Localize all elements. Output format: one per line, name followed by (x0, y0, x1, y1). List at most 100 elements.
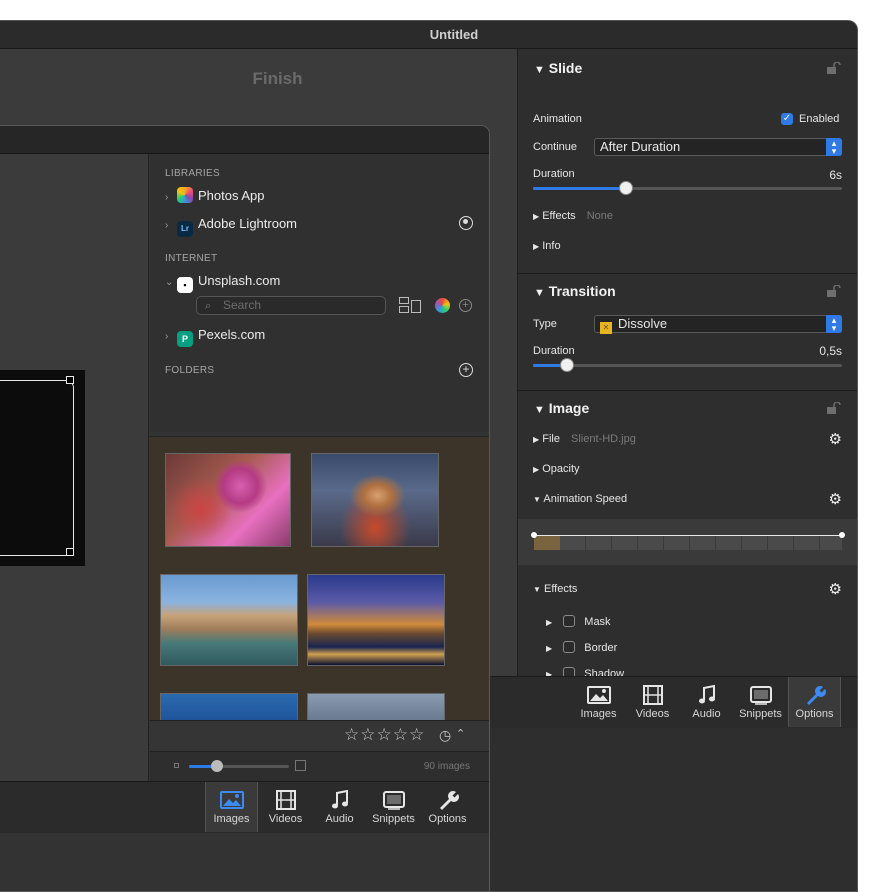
type-label: Type (533, 318, 557, 330)
tab-audio[interactable]: Audio (680, 677, 733, 727)
effect-checkbox[interactable] (563, 641, 576, 653)
disclosure-triangle-icon: ▼ (534, 404, 545, 416)
effect-label: Mask (584, 616, 611, 628)
small-thumbnail-icon (174, 763, 179, 768)
back-tab-bar: Images Videos Audio Snippets Options (490, 676, 857, 728)
star-rating-filter[interactable]: ☆☆☆☆☆ (344, 725, 425, 745)
info-label: Info (542, 240, 561, 252)
film-icon (642, 685, 663, 705)
tab-options[interactable]: Options (788, 677, 841, 727)
slider-knob[interactable] (559, 358, 574, 372)
animation-speed-row[interactable]: ▼ Animation Speed (533, 493, 627, 505)
opacity-label: Opacity (542, 463, 580, 475)
slide-section-header[interactable]: ▼ Slide (534, 60, 582, 76)
image-effects-label: Effects (543, 583, 578, 595)
effect-row-border[interactable]: ▶ Border (546, 639, 617, 654)
add-folder-icon[interactable]: + (459, 363, 473, 377)
tab-videos[interactable]: Videos (626, 677, 679, 727)
thumbnail-venice[interactable] (160, 574, 298, 666)
tab-images[interactable]: Images (205, 782, 258, 832)
source-photos-app[interactable]: › Photos App (165, 187, 265, 205)
unlocked-lock-icon[interactable] (826, 402, 842, 414)
transition-section-header[interactable]: ▼ Transition (534, 283, 616, 299)
wrench-icon (439, 791, 459, 810)
thumbnail-sadhu[interactable] (311, 453, 439, 547)
image-section-title: Image (548, 400, 590, 416)
tab-label: Options (428, 813, 467, 825)
source-pexels[interactable]: › P Pexels.com (165, 326, 265, 347)
slide-effects-value: None (586, 210, 614, 222)
thumbnail-clouds[interactable] (307, 693, 445, 720)
clock-icon[interactable]: ◷ (439, 727, 451, 744)
color-filter-icon[interactable] (435, 298, 450, 313)
slider-knob[interactable] (211, 760, 223, 772)
divider (518, 273, 857, 274)
transition-section-title: Transition (548, 283, 616, 299)
thumbnail-children[interactable] (165, 453, 291, 547)
enabled-checkbox[interactable]: ✓ (781, 113, 793, 125)
opacity-row[interactable]: ▶ Opacity (533, 463, 580, 475)
source-adobe-lightroom[interactable]: › Lr Adobe Lightroom (165, 215, 297, 237)
chevron-up-icon[interactable]: ⌃ (456, 727, 465, 740)
transition-type-popup[interactable]: ✕ Dissolve ▴ ▾ (594, 315, 842, 334)
divider (518, 390, 857, 391)
thumbnail-rome-night[interactable] (307, 574, 445, 666)
tab-options[interactable]: Options (421, 782, 474, 832)
transition-duration-slider[interactable] (533, 358, 842, 372)
effect-label: Shadow (584, 668, 625, 676)
file-value: Slient-HD.jpg (571, 433, 636, 445)
inspector-panel: ▼ Slide Animation ✓ Enabled Continue Aft… (517, 49, 857, 676)
unsplash-icon: ▪ (177, 277, 193, 293)
slide-effects-label: Effects (542, 210, 576, 222)
tab-label: Images (213, 813, 250, 825)
unlocked-lock-icon[interactable] (826, 285, 842, 297)
thumbnail-size-slider[interactable] (189, 760, 289, 772)
enabled-label: Enabled (799, 113, 840, 125)
tab-images[interactable]: Images (572, 677, 625, 727)
tab-snippets[interactable]: Snippets (367, 782, 420, 832)
effect-checkbox[interactable] (563, 667, 576, 676)
image-effects-row[interactable]: ▼ Effects (533, 583, 577, 595)
slide-effects-row[interactable]: ▶ Effects None (533, 210, 613, 222)
slide-duration-slider[interactable] (533, 181, 842, 195)
info-row[interactable]: ▶ Info (533, 240, 561, 252)
animation-speed-gear-icon[interactable]: ⚙ (829, 490, 842, 508)
title-bar: Untitled (0, 21, 857, 49)
chevron-right-icon: › (165, 192, 169, 203)
effects-gear-icon[interactable]: ⚙ (829, 580, 842, 598)
resize-handle[interactable] (66, 548, 74, 556)
tab-label: Audio (692, 708, 721, 720)
thumbnail-blue-sky[interactable] (160, 693, 298, 720)
file-gear-icon[interactable]: ⚙ (829, 430, 842, 448)
unsplash-search-input[interactable]: Search (196, 296, 386, 315)
tab-snippets[interactable]: Snippets (734, 677, 787, 727)
continue-popup[interactable]: After Duration ▴ ▾ (594, 138, 842, 156)
disclosure-triangle-icon: ▼ (533, 585, 541, 594)
chevron-right-icon: › (165, 220, 169, 231)
animation-label: Animation (533, 113, 582, 125)
slider-knob[interactable] (618, 181, 633, 195)
animation-speed-curve[interactable] (518, 519, 857, 565)
speed-curve-end-point[interactable] (839, 532, 845, 538)
front-tab-bar: Images Videos Audio Snippets Options (0, 781, 489, 833)
file-row[interactable]: ▶ File Slient-HD.jpg (533, 433, 636, 445)
effect-checkbox[interactable] (563, 615, 576, 627)
account-icon[interactable] (459, 216, 473, 230)
add-icon[interactable]: + (459, 299, 472, 312)
image-section-header[interactable]: ▼ Image (534, 400, 589, 416)
slider-fill (533, 187, 626, 190)
speed-curve-start-point[interactable] (531, 532, 537, 538)
tab-audio[interactable]: Audio (313, 782, 366, 832)
effect-row-shadow[interactable]: ▶ Shadow (546, 665, 624, 676)
wrench-icon (806, 686, 826, 705)
speed-curve-marker (534, 535, 560, 550)
effect-row-mask[interactable]: ▶ Mask (546, 613, 611, 628)
source-unsplash[interactable]: ⌄ ▪ Unsplash.com (165, 272, 280, 293)
tab-videos[interactable]: Videos (259, 782, 312, 832)
slide-image-canvas[interactable] (0, 370, 85, 566)
disclosure-triangle-icon: ▼ (534, 287, 545, 299)
resize-handle[interactable] (66, 376, 74, 384)
unlocked-lock-icon[interactable] (826, 62, 842, 74)
view-mode-icon[interactable] (399, 297, 423, 313)
tab-label: Images (580, 708, 617, 720)
